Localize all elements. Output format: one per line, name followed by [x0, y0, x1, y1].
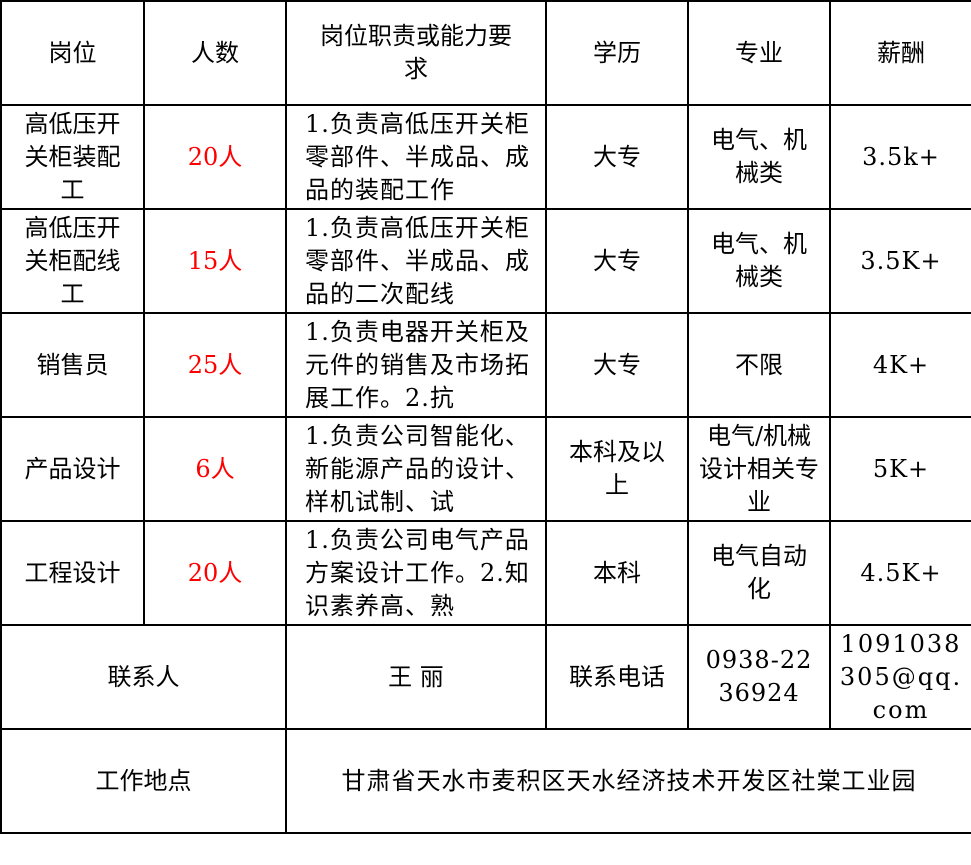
header-education: 学历 [545, 0, 689, 106]
education-cell: 大专 [545, 312, 689, 418]
position-cell: 工程设计 [0, 520, 145, 626]
table-row: 高低压开关柜配线工 15人 1.负责高低压开关柜零部件、半成品、成品的二次配线 … [0, 208, 971, 314]
table-row: 高低压开关柜装配工 20人 1.负责高低压开关柜零部件、半成品、成品的装配工作 … [0, 104, 971, 210]
education-cell: 本科 [545, 520, 689, 626]
header-count: 人数 [143, 0, 287, 106]
major-cell: 电气、机械类 [687, 104, 831, 210]
location-address: 甘肃省天水市麦积区天水经济技术开发区社棠工业园 [285, 728, 971, 834]
count-cell: 15人 [143, 208, 287, 314]
major-cell: 不限 [687, 312, 831, 418]
major-cell: 电气、机械类 [687, 208, 831, 314]
table-row: 工程设计 20人 1.负责公司电气产品方案设计工作。2.知识素养高、熟 本科 电… [0, 520, 971, 626]
description-text: 1.负责电器开关柜及元件的销售及市场拓展工作。2.抗 [305, 317, 530, 412]
position-cell: 高低压开关柜装配工 [0, 104, 145, 210]
position-cell: 销售员 [0, 312, 145, 418]
education-cell: 大专 [545, 104, 689, 210]
major-cell: 电气/机械设计相关专业 [687, 416, 831, 522]
salary-cell: 4K+ [829, 312, 971, 418]
count-cell: 25人 [143, 312, 287, 418]
table-row: 产品设计 6人 1.负责公司智能化、新能源产品的设计、样机试制、试 本科及以上 … [0, 416, 971, 522]
education-cell: 大专 [545, 208, 689, 314]
location-label: 工作地点 [0, 728, 287, 834]
major-cell: 电气自动化 [687, 520, 831, 626]
header-salary: 薪酬 [829, 0, 971, 106]
phone-label: 联系电话 [545, 624, 689, 730]
description-text: 1.负责高低压开关柜零部件、半成品、成品的装配工作 [305, 109, 530, 204]
description-cell: 1.负责公司智能化、新能源产品的设计、样机试制、试 [285, 416, 547, 522]
phone-number: 0938-2236924 [687, 624, 831, 730]
description-cell: 1.负责高低压开关柜零部件、半成品、成品的装配工作 [285, 104, 547, 210]
location-row: 工作地点 甘肃省天水市麦积区天水经济技术开发区社棠工业园 [0, 728, 971, 834]
salary-cell: 5K+ [829, 416, 971, 522]
header-row: 岗位 人数 岗位职责或能力要求 学历 专业 薪酬 [0, 0, 971, 106]
count-cell: 20人 [143, 520, 287, 626]
table-row: 销售员 25人 1.负责电器开关柜及元件的销售及市场拓展工作。2.抗 大专 不限… [0, 312, 971, 418]
description-text: 1.负责公司电气产品方案设计工作。2.知识素养高、熟 [305, 525, 530, 620]
education-cell: 本科及以上 [545, 416, 689, 522]
description-cell: 1.负责电器开关柜及元件的销售及市场拓展工作。2.抗 [285, 312, 547, 418]
count-cell: 20人 [143, 104, 287, 210]
contact-label: 联系人 [0, 624, 287, 730]
header-description: 岗位职责或能力要求 [285, 0, 547, 106]
position-cell: 产品设计 [0, 416, 145, 522]
count-cell: 6人 [143, 416, 287, 522]
description-text: 1.负责公司智能化、新能源产品的设计、样机试制、试 [305, 421, 530, 516]
description-cell: 1.负责高低压开关柜零部件、半成品、成品的二次配线 [285, 208, 547, 314]
email-address: 1091038305@qq.com [829, 624, 971, 730]
description-cell: 1.负责公司电气产品方案设计工作。2.知识素养高、熟 [285, 520, 547, 626]
salary-cell: 4.5K+ [829, 520, 971, 626]
position-cell: 高低压开关柜配线工 [0, 208, 145, 314]
header-position: 岗位 [0, 0, 145, 106]
job-table: 岗位 人数 岗位职责或能力要求 学历 专业 薪酬 高低压开关柜装配工 20人 1… [0, 0, 971, 834]
header-major: 专业 [687, 0, 831, 106]
description-text: 1.负责高低压开关柜零部件、半成品、成品的二次配线 [305, 213, 530, 308]
contact-name: 王 丽 [285, 624, 547, 730]
contact-row: 联系人 王 丽 联系电话 0938-2236924 1091038305@qq.… [0, 624, 971, 730]
salary-cell: 3.5k+ [829, 104, 971, 210]
salary-cell: 3.5K+ [829, 208, 971, 314]
